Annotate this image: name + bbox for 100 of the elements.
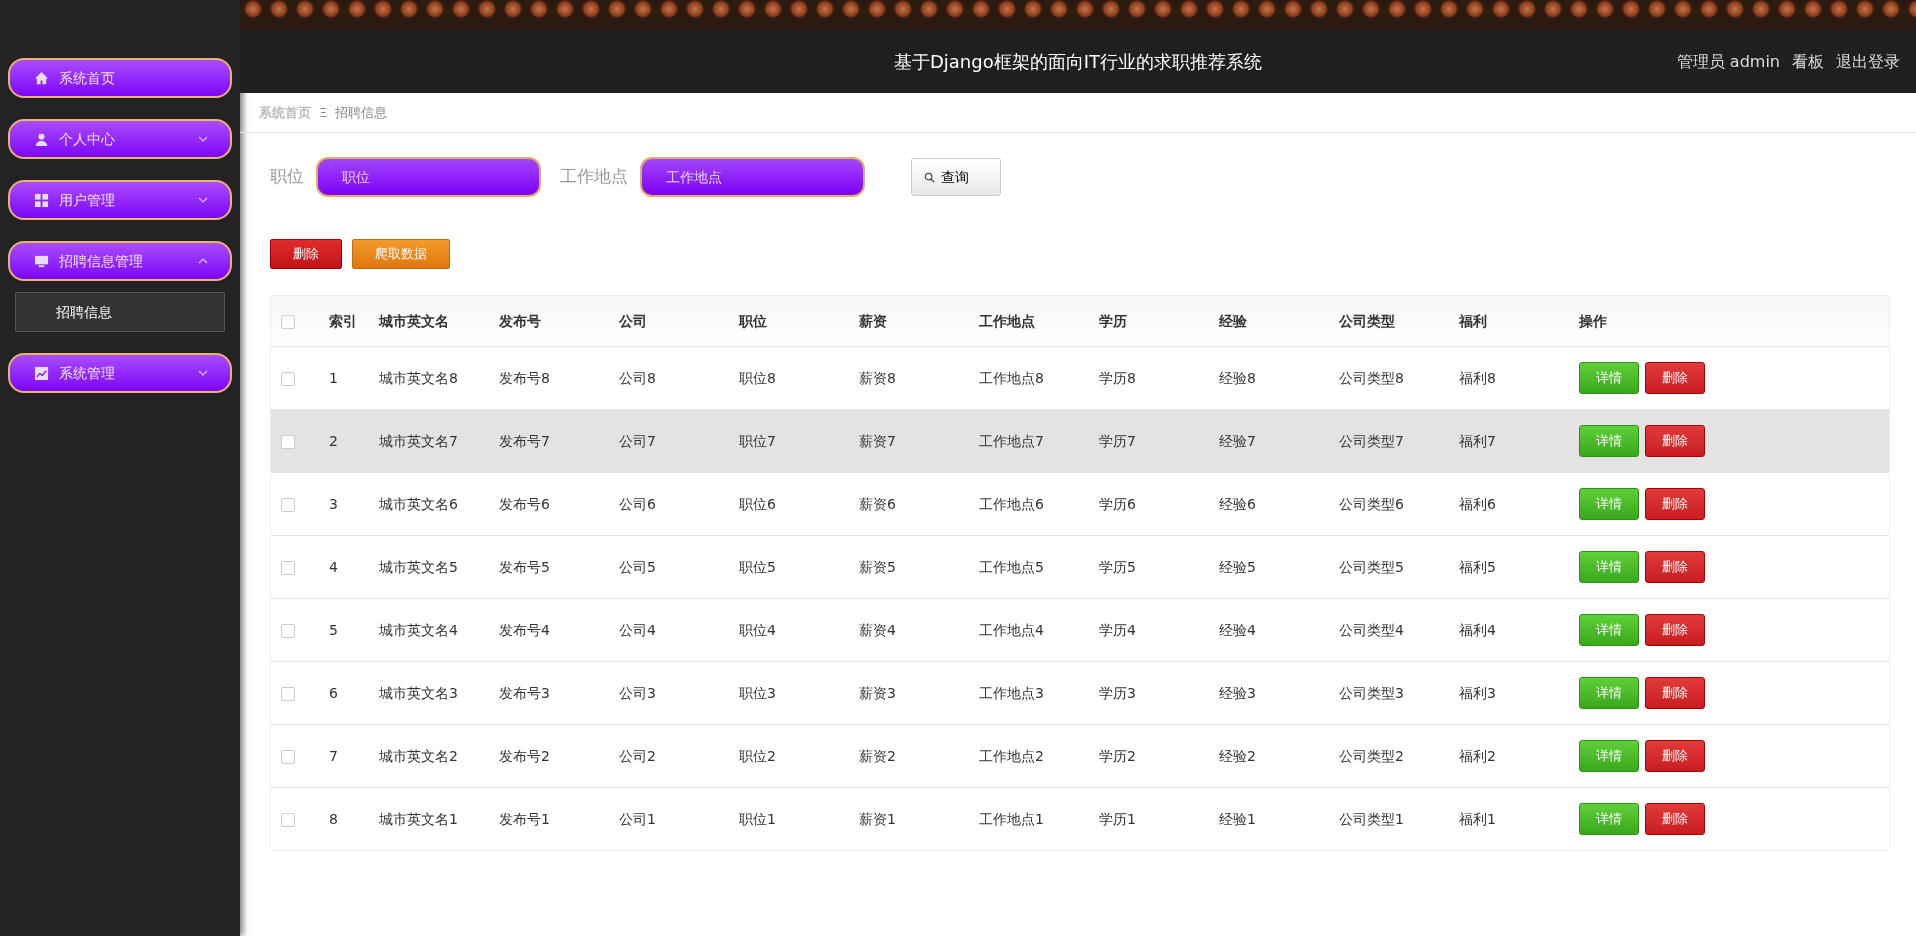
table-cell: 学历8 — [1099, 369, 1136, 386]
table-cell: 职位8 — [739, 369, 776, 386]
table-cell: 发布号4 — [499, 621, 550, 638]
details-button[interactable]: 详情 — [1579, 362, 1639, 394]
table-cell: 7 — [329, 747, 338, 764]
table-cell: 福利7 — [1459, 432, 1496, 449]
table-cell: 工作地点3 — [979, 684, 1044, 701]
table-cell: 学历1 — [1099, 810, 1136, 827]
table-cell: 公司类型3 — [1339, 684, 1404, 701]
table-cell: 学历2 — [1099, 747, 1136, 764]
table-cell: 薪资2 — [859, 747, 896, 764]
table-cell: 工作地点1 — [979, 810, 1044, 827]
table-cell: 经验5 — [1219, 558, 1256, 575]
table-cell: 学历6 — [1099, 495, 1136, 512]
sidebar-menu-item[interactable]: 招聘信息管理 — [8, 241, 232, 281]
table-cell: 工作地点6 — [979, 495, 1044, 512]
table-cell: 职位2 — [739, 747, 776, 764]
table-cell: 经验8 — [1219, 369, 1256, 386]
table-cell: 工作地点5 — [979, 558, 1044, 575]
table-cell: 公司3 — [619, 684, 656, 701]
row-checkbox[interactable] — [281, 686, 295, 701]
delete-button[interactable]: 删除 — [1645, 425, 1705, 457]
table-cell: 公司1 — [619, 810, 656, 827]
header-link[interactable]: 管理员 admin — [1676, 49, 1780, 74]
sidebar-menu-item[interactable]: 用户管理 — [8, 180, 232, 220]
table-cell: 发布号5 — [499, 558, 550, 575]
table-cell: 3 — [329, 495, 338, 512]
table-cell: 福利2 — [1459, 747, 1496, 764]
table-cell: 城市英文名6 — [379, 495, 458, 512]
row-checkbox[interactable] — [281, 497, 295, 512]
table-cell: 6 — [329, 684, 338, 701]
table-cell: 公司类型8 — [1339, 369, 1404, 386]
table-cell: 公司2 — [619, 747, 656, 764]
delete-button[interactable]: 删除 — [1645, 740, 1705, 772]
table-cell: 职位4 — [739, 621, 776, 638]
delete-button[interactable]: 删除 — [1645, 551, 1705, 583]
sidebar-submenu-item[interactable]: 招聘信息 — [15, 292, 225, 332]
column-header: 职位 — [739, 312, 767, 329]
header-link[interactable]: 看板 — [1792, 49, 1824, 74]
table-cell: 职位6 — [739, 495, 776, 512]
table-cell: 发布号3 — [499, 684, 550, 701]
table-cell: 城市英文名2 — [379, 747, 458, 764]
search-field[interactable]: 工作地点 — [639, 157, 865, 197]
table-cell: 1 — [329, 369, 338, 386]
table-cell: 学历5 — [1099, 558, 1136, 575]
column-header: 发布号 — [499, 312, 541, 329]
details-button[interactable]: 详情 — [1579, 803, 1639, 835]
row-checkbox[interactable] — [281, 434, 295, 449]
details-button[interactable]: 详情 — [1579, 551, 1639, 583]
table-cell: 公司类型1 — [1339, 810, 1404, 827]
details-button[interactable]: 详情 — [1579, 425, 1639, 457]
sidebar-menu-item[interactable]: 个人中心 — [8, 119, 232, 159]
field-label: 工作地点 — [559, 165, 628, 189]
select-all-checkbox[interactable] — [281, 314, 295, 329]
row-checkbox[interactable] — [281, 560, 295, 575]
row-checkbox[interactable] — [281, 749, 295, 764]
column-header: 城市英文名 — [379, 312, 449, 329]
breadcrumb-separator: Ξ — [319, 103, 328, 122]
table-cell: 公司类型6 — [1339, 495, 1404, 512]
search-icon — [923, 171, 935, 183]
table-cell: 薪资5 — [859, 558, 896, 575]
table-cell: 职位1 — [739, 810, 776, 827]
table-cell: 发布号6 — [499, 495, 550, 512]
header-link[interactable]: 退出登录 — [1836, 49, 1900, 74]
search-field[interactable]: 职位 — [316, 157, 541, 197]
table-cell: 公司类型2 — [1339, 747, 1404, 764]
user-icon — [34, 131, 49, 147]
monitor-icon — [34, 253, 49, 269]
table-cell: 福利8 — [1459, 369, 1496, 386]
delete-button[interactable]: 删除 — [1645, 677, 1705, 709]
row-checkbox[interactable] — [281, 623, 295, 638]
column-header: 操作 — [1579, 312, 1607, 329]
table-cell: 学历3 — [1099, 684, 1136, 701]
table-cell: 公司类型5 — [1339, 558, 1404, 575]
delete-button[interactable]: 删除 — [1645, 488, 1705, 520]
table-cell: 薪资7 — [859, 432, 896, 449]
details-button[interactable]: 详情 — [1579, 677, 1639, 709]
column-header: 索引 — [329, 312, 357, 329]
table-cell: 5 — [329, 621, 338, 638]
table-cell: 工作地点2 — [979, 747, 1044, 764]
details-button[interactable]: 详情 — [1579, 740, 1639, 772]
row-checkbox[interactable] — [281, 812, 295, 827]
table-cell: 经验1 — [1219, 810, 1256, 827]
column-header: 薪资 — [859, 312, 887, 329]
sidebar-menu-item[interactable]: 系统首页 — [8, 58, 232, 98]
details-button[interactable]: 详情 — [1579, 488, 1639, 520]
table-cell: 公司8 — [619, 369, 656, 386]
details-button[interactable]: 详情 — [1579, 614, 1639, 646]
row-checkbox[interactable] — [281, 371, 295, 386]
delete-button[interactable]: 删除 — [1645, 803, 1705, 835]
crawl-data-button[interactable]: 爬取数据 — [352, 239, 450, 269]
table-cell: 公司类型7 — [1339, 432, 1404, 449]
table-cell: 公司5 — [619, 558, 656, 575]
table-cell: 薪资6 — [859, 495, 896, 512]
delete-button[interactable]: 删除 — [270, 239, 342, 269]
delete-button[interactable]: 删除 — [1645, 362, 1705, 394]
search-button[interactable]: 查询 — [910, 158, 1001, 196]
delete-button[interactable]: 删除 — [1645, 614, 1705, 646]
table-cell: 福利6 — [1459, 495, 1496, 512]
sidebar-menu-item[interactable]: 系统管理 — [8, 353, 232, 393]
